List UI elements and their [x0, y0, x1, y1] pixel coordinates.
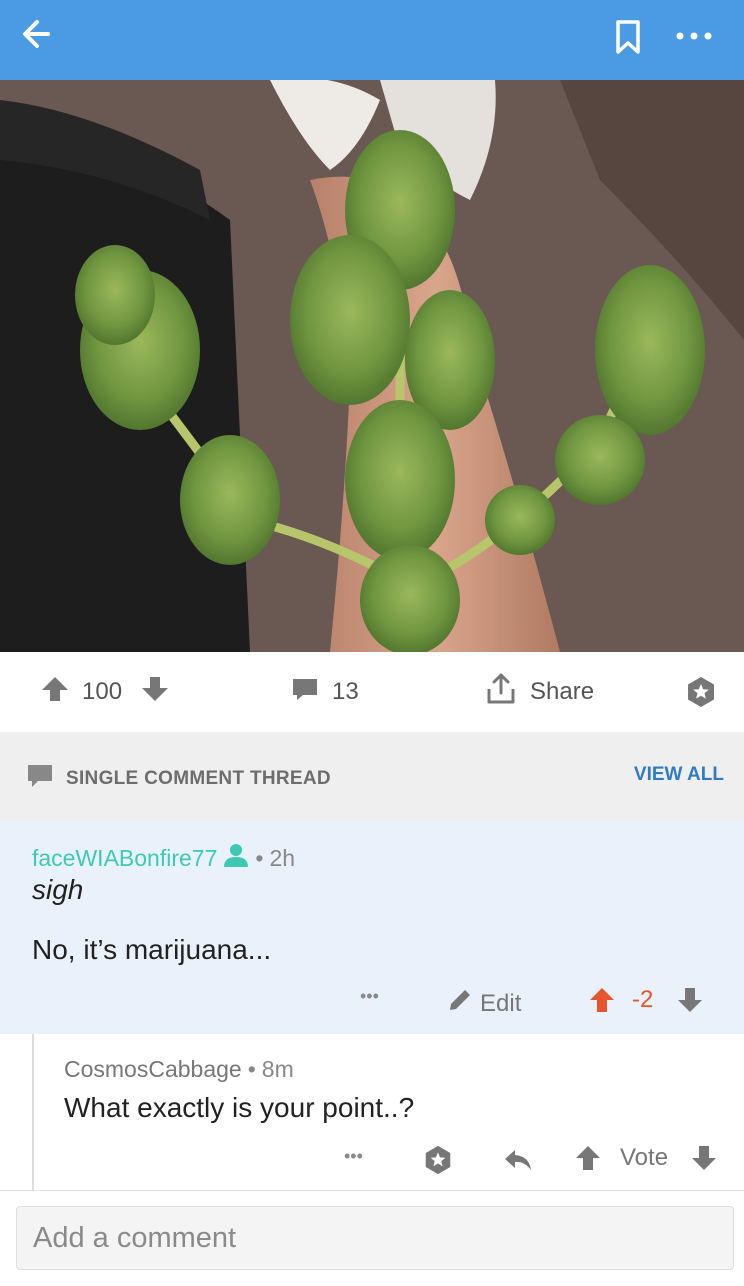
award-star-icon[interactable] [684, 652, 718, 732]
comment-bubble-icon [290, 674, 320, 711]
comment-score: -2 [632, 986, 654, 1013]
post-score: 100 [82, 678, 123, 705]
edit-button[interactable]: Edit [446, 986, 521, 1021]
arrow-down-icon[interactable] [676, 986, 704, 1014]
comment-body-line: No, it’s marijuana... [32, 934, 272, 965]
share-button[interactable]: Share [484, 652, 594, 732]
comment-author[interactable]: faceWIABonfire77 [32, 845, 217, 872]
comment-body: What exactly is your point..? [64, 1092, 415, 1123]
post-actions-bar: 100 13 Share [0, 652, 744, 732]
comments-count: 13 [332, 678, 359, 705]
arrow-down-icon[interactable] [140, 674, 170, 711]
post-vote-group: 100 [40, 652, 170, 732]
comment-body-line: sigh [32, 874, 84, 905]
award-star-icon[interactable] [422, 1144, 454, 1176]
comment-toolbar: ••• Vote [0, 1140, 744, 1180]
edit-label: Edit [480, 989, 522, 1017]
comment-item: CosmosCabbage • 8m What exactly is your … [0, 1034, 744, 1190]
comment-item: faceWIABonfire77 • 2h sigh No, it’s mari… [0, 820, 744, 1034]
comment-author[interactable]: CosmosCabbage [64, 1056, 242, 1083]
add-comment-input[interactable] [17, 1207, 733, 1269]
comments-count-button[interactable]: 13 [290, 652, 359, 732]
thread-title: SINGLE COMMENT THREAD [26, 762, 331, 796]
thread-title-text: SINGLE COMMENT THREAD [66, 768, 331, 789]
arrow-up-icon[interactable] [588, 986, 616, 1014]
comment-meta: faceWIABonfire77 • 2h [32, 842, 295, 874]
more-horizontal-icon[interactable]: ••• [360, 986, 379, 1007]
user-icon [223, 842, 249, 874]
meta-separator: • [247, 1056, 256, 1082]
comment-bubble-icon [26, 762, 54, 796]
arrow-left-icon[interactable] [18, 12, 62, 56]
more-horizontal-icon[interactable]: ••• [344, 1146, 363, 1167]
arrow-up-icon[interactable] [40, 674, 70, 711]
divider [0, 1190, 744, 1191]
arrow-down-icon[interactable] [690, 1144, 718, 1172]
comment-time: 8m [261, 1056, 294, 1082]
thread-header: SINGLE COMMENT THREAD VIEW ALL [0, 732, 744, 820]
vote-label: Vote [620, 1144, 669, 1171]
top-bar [0, 0, 744, 80]
more-horizontal-icon[interactable] [668, 18, 720, 54]
arrow-up-icon[interactable] [574, 1144, 602, 1172]
meta-separator: • [255, 844, 264, 871]
comment-composer [16, 1206, 734, 1270]
reply-icon[interactable] [502, 1144, 534, 1176]
pencil-icon [446, 986, 474, 1021]
view-all-link[interactable]: VIEW ALL [634, 764, 724, 786]
share-label: Share [530, 678, 595, 705]
comment-meta: CosmosCabbage • 8m [64, 1056, 294, 1083]
bookmark-icon[interactable] [608, 14, 648, 58]
share-upload-icon [484, 672, 518, 713]
comment-toolbar: ••• Edit -2 [0, 982, 744, 1022]
post-image[interactable] [0, 80, 744, 652]
comment-time: 2h [269, 844, 296, 871]
